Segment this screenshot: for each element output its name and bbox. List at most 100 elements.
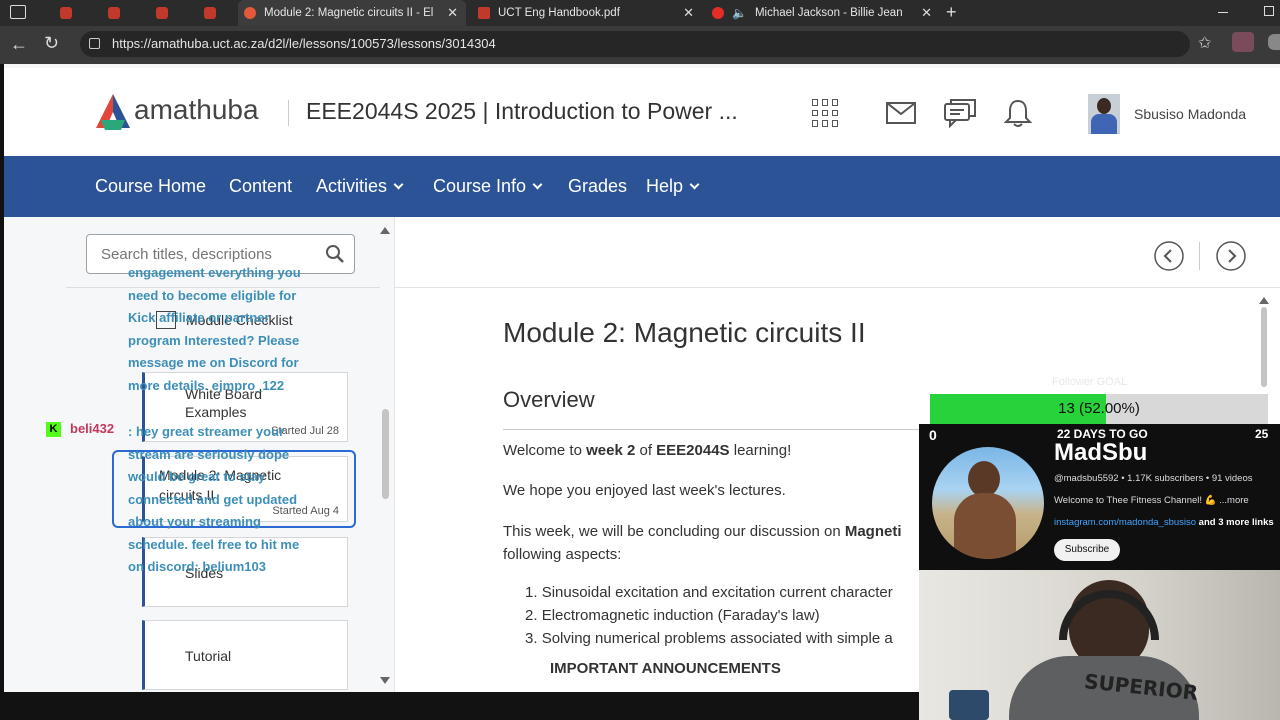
bottom-taskbar-strip (0, 692, 919, 720)
nav-label: Course Home (95, 176, 207, 196)
restore-icon[interactable] (1264, 6, 1274, 16)
text: Welcome to (503, 442, 587, 459)
nav-activities[interactable]: Activities (316, 176, 404, 197)
course-title[interactable]: EEE2044S 2025 | Introduction to Power ..… (306, 98, 738, 125)
paragraph-this-week: This week, we will be concluding our dis… (503, 520, 902, 566)
chevron-down-icon (532, 179, 543, 190)
url-text[interactable]: https://amathuba.uct.ac.za/d2l/le/lesson… (112, 36, 496, 51)
pinned-tab[interactable] (52, 0, 92, 26)
channel-name: MadSbu (1054, 439, 1148, 466)
list-item-text: Electromagnetic induction (Faraday's law… (541, 607, 820, 624)
profile-icon[interactable] (1268, 34, 1280, 50)
nav-label: Grades (568, 176, 628, 196)
pdf-favicon-icon (478, 7, 490, 19)
list-item: 3. Solving numerical problems associated… (525, 630, 893, 647)
course-selector-grid-icon[interactable] (812, 99, 840, 127)
topic-nav-divider (1199, 242, 1200, 270)
minimize-icon[interactable] (1218, 12, 1228, 13)
nav-course-home[interactable]: Course Home (95, 176, 206, 197)
content-scrollbar-thumb[interactable] (1261, 307, 1267, 387)
follower-goal-label: Follower GOAL (1052, 376, 1128, 388)
channel-avatar (932, 447, 1044, 559)
text-bold: week 2 (586, 442, 636, 459)
subscribe-button[interactable]: Subscribe (1054, 539, 1120, 561)
channel-meta: @madsbu5592 • 1.17K subscribers • 91 vid… (1054, 473, 1253, 484)
site-header: amathuba EEE2044S 2025 | Introduction to… (4, 68, 1280, 156)
list-item-text: Solving numerical problems associated wi… (541, 630, 893, 647)
section-rule (503, 429, 923, 430)
speaker-icon[interactable]: 🔈 (732, 6, 747, 20)
lesson-title: Module 2: Magnetic circuits II (503, 317, 866, 348)
site-info-icon[interactable] (89, 38, 100, 49)
webcam-feed: SUPERIOR (919, 570, 1280, 720)
nav-course-info[interactable]: Course Info (433, 176, 543, 197)
reload-icon[interactable]: ↻ (44, 33, 59, 54)
user-avatar[interactable] (1088, 94, 1120, 134)
nav-label: Help (646, 176, 684, 196)
chevron-down-icon (393, 179, 404, 190)
pinned-tab[interactable] (196, 0, 236, 26)
new-tab-icon[interactable]: + (946, 2, 957, 23)
text: of (635, 442, 657, 459)
paragraph-welcome: Welcome to week 2 of EEE2044S learning! (503, 442, 791, 459)
list-item-text: Sinusoidal excitation and excitation cur… (541, 584, 893, 601)
chevron-down-icon (689, 179, 700, 190)
pdf-favicon-icon (204, 7, 216, 19)
notifications-bell-icon[interactable] (1004, 98, 1032, 128)
pdf-favicon-icon (60, 7, 72, 19)
search-icon[interactable] (325, 244, 345, 264)
text-bold: Magneti (844, 523, 902, 540)
previous-topic-icon[interactable] (1153, 240, 1185, 272)
tab-youtube[interactable]: 🔈 Michael Jackson - Billie Jean ✕ (706, 0, 940, 26)
kick-icon: K (46, 422, 61, 437)
section-heading: Overview (503, 387, 595, 412)
channel-link[interactable]: instagram.com/madonda_sbusiso (1054, 517, 1196, 528)
sidebar-scrollbar-thumb[interactable] (382, 409, 389, 499)
nav-label: Content (229, 176, 293, 196)
next-topic-icon[interactable] (1215, 240, 1247, 272)
header-divider (288, 100, 289, 126)
text-bold: EEE2044S (656, 442, 730, 459)
list-item: 1. Sinusoidal excitation and excitation … (525, 584, 893, 601)
channel-link-more[interactable]: and 3 more links (1196, 517, 1274, 528)
stream-chat-message: engagement everything you need to become… (128, 265, 301, 393)
text: following aspects: (503, 546, 622, 563)
nav-help[interactable]: Help (646, 176, 700, 197)
follower-goal-bar: 13 (52.00%) (930, 394, 1268, 424)
pinned-tab[interactable] (148, 0, 188, 26)
pinned-tab[interactable] (100, 0, 140, 26)
sidebar-item-label: Tutorial (185, 648, 232, 664)
youtube-channel-card: 0 22 DAYS TO GO 25 MadSbu @madsbu5592 • … (919, 424, 1280, 570)
content-scroll-up-icon[interactable] (1259, 297, 1269, 304)
browser-tab-bar: Module 2: Magnetic circuits II - El ✕ UC… (0, 0, 1280, 26)
close-tab-icon[interactable]: ✕ (447, 5, 458, 21)
nav-label: Activities (316, 176, 388, 196)
sidebar-scroll-down-icon[interactable] (380, 677, 390, 684)
youtube-favicon-icon (712, 7, 724, 19)
tab-label: Module 2: Magnetic circuits II - El (264, 7, 434, 19)
amathuba-logo[interactable]: amathuba (94, 90, 269, 136)
announcements-heading: IMPORTANT ANNOUNCEMENTS (550, 660, 781, 677)
goal-max: 25 (1255, 427, 1269, 441)
nav-grades[interactable]: Grades (568, 176, 627, 197)
tab-module-2[interactable]: Module 2: Magnetic circuits II - El ✕ (238, 0, 466, 26)
nav-label: Course Info (433, 176, 527, 196)
paragraph-hope: We hope you enjoyed last week's lectures… (503, 482, 786, 499)
tab-label: UCT Eng Handbook.pdf (498, 7, 620, 19)
channel-description: Welcome to Thee Fitness Channel! 💪 ...mo… (1054, 495, 1249, 506)
favorites-icon[interactable]: ✩ (1198, 33, 1211, 53)
mail-icon[interactable] (886, 102, 916, 124)
back-icon[interactable]: ← (10, 34, 28, 55)
user-name[interactable]: Sbusiso Madonda (1134, 106, 1246, 122)
window-menu-icon[interactable] (10, 5, 26, 19)
close-tab-icon[interactable]: ✕ (921, 5, 932, 21)
webcam-object (949, 690, 989, 720)
nav-content[interactable]: Content (229, 176, 292, 197)
list-item: 2. Electromagnetic induction (Faraday's … (525, 607, 820, 624)
messages-icon[interactable] (944, 98, 976, 128)
close-tab-icon[interactable]: ✕ (683, 5, 694, 21)
extension-icon[interactable] (1232, 32, 1254, 52)
sidebar-scroll-up-icon[interactable] (380, 227, 390, 234)
tab-handbook[interactable]: UCT Eng Handbook.pdf ✕ (470, 0, 702, 26)
sidebar-item-tutorial[interactable]: Tutorial (142, 620, 348, 690)
